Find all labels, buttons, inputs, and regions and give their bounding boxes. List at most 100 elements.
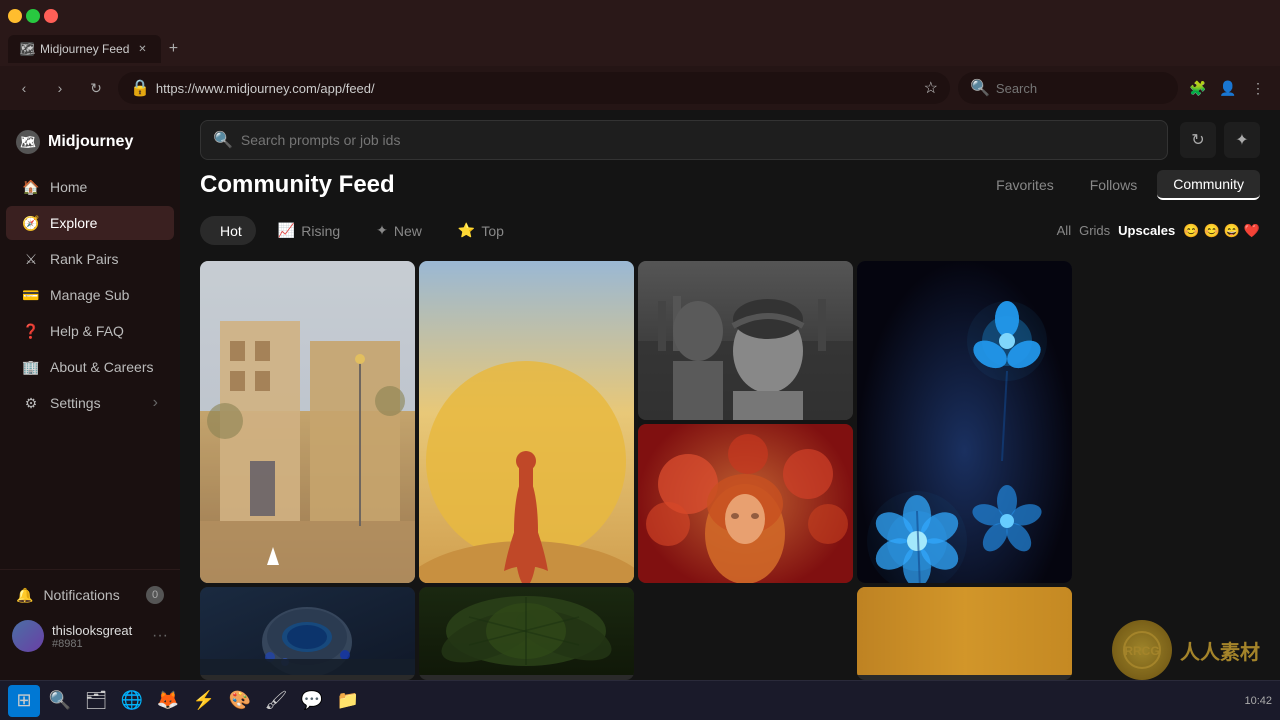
emoji-row: 😊 😊 😄 ❤️ <box>1183 223 1260 239</box>
settings-label: Settings <box>50 395 101 411</box>
user-id: #8981 <box>52 638 144 650</box>
sidebar-item-rank-pairs[interactable]: ⚔ Rank Pairs <box>6 242 174 276</box>
minimize-button[interactable] <box>8 9 22 23</box>
user-avatar <box>12 620 44 652</box>
image-item-gold[interactable] <box>857 587 1072 680</box>
notifications-item[interactable]: 🔔 Notifications 0 <box>0 578 180 612</box>
nav-bar: ‹ › ↻ 🔒 https://www.midjourney.com/app/f… <box>0 66 1280 110</box>
image-item-robot[interactable] <box>200 587 415 680</box>
profile-icon[interactable]: 👤 <box>1216 76 1240 100</box>
rising-icon: 📈 <box>278 222 295 239</box>
user-name: thislooksgreat <box>52 623 144 638</box>
emoji-4[interactable]: ❤️ <box>1244 223 1260 239</box>
filter-hot[interactable]: Hot <box>200 216 256 245</box>
all-label[interactable]: All <box>1057 223 1071 238</box>
close-button[interactable] <box>44 9 58 23</box>
start-button[interactable]: ⊞ <box>8 685 40 717</box>
tab-favorites[interactable]: Favorites <box>980 170 1070 200</box>
image-item-redhead[interactable] <box>638 424 853 583</box>
filter-rising[interactable]: 📈 Rising <box>264 216 354 245</box>
rank-pairs-icon: ⚔ <box>22 250 40 268</box>
logo-icon: 🗺 <box>16 130 40 154</box>
taskbar-browser[interactable]: 🌐 <box>116 685 148 717</box>
filter-top[interactable]: ⭐ Top <box>444 216 518 245</box>
taskbar-photoshop[interactable]: 🎨 <box>224 685 256 717</box>
feed-header: Community Feed Favorites Follows Communi… <box>180 170 1280 216</box>
tab-community[interactable]: Community <box>1157 170 1260 200</box>
refresh-feed-button[interactable]: ↻ <box>1180 122 1216 158</box>
watermark-logo: RRCG <box>1112 620 1172 680</box>
user-profile[interactable]: thislooksgreat #8981 ··· <box>0 612 180 660</box>
address-bar[interactable]: 🔒 https://www.midjourney.com/app/feed/ ☆ <box>118 72 950 104</box>
sidebar-item-manage-sub[interactable]: 💳 Manage Sub <box>6 278 174 312</box>
star-icon[interactable]: ☆ <box>924 78 938 98</box>
image-item-portrait-bw[interactable] <box>638 261 853 420</box>
url-text: https://www.midjourney.com/app/feed/ <box>156 81 918 96</box>
top-bar: 🔍 ↻ ✦ <box>180 110 1280 170</box>
refresh-button[interactable]: ↻ <box>82 74 110 102</box>
menu-icon[interactable]: ⋮ <box>1246 76 1270 100</box>
taskbar-paint[interactable]: 🖌 <box>260 685 292 717</box>
tab-bar: 🗺 Midjourney Feed ✕ + <box>0 32 1280 66</box>
grids-label[interactable]: Grids <box>1079 223 1110 238</box>
forward-button[interactable]: › <box>46 74 74 102</box>
sidebar-logo: 🗺 Midjourney <box>0 122 180 170</box>
maximize-button[interactable] <box>26 9 40 23</box>
image-item-flowers[interactable] <box>857 261 1072 583</box>
taskbar-files[interactable]: 🗂 <box>80 685 112 717</box>
emoji-2[interactable]: 😊 <box>1203 223 1219 239</box>
search-icon: 🔍 <box>213 130 233 150</box>
extensions-icon[interactable]: 🧩 <box>1186 76 1210 100</box>
sidebar-nav: 🏠 Home 🧭 Explore ⚔ Rank Pairs 💳 Manage S… <box>0 170 180 569</box>
filter-bar: Hot 📈 Rising ✦ New ⭐ Top All Grids Ups <box>180 216 1280 261</box>
watermark: RRCG 人人素材 <box>1112 620 1260 680</box>
rank-pairs-label: Rank Pairs <box>50 251 118 267</box>
browser-tab[interactable]: 🗺 Midjourney Feed ✕ <box>8 35 161 63</box>
image-grid <box>180 261 1280 680</box>
sidebar-item-about[interactable]: 🏢 About & Careers <box>6 350 174 384</box>
browser-search[interactable]: 🔍 <box>958 72 1178 104</box>
tab-follows[interactable]: Follows <box>1074 170 1153 200</box>
sidebar-item-home[interactable]: 🏠 Home <box>6 170 174 204</box>
emoji-1[interactable]: 😊 <box>1183 223 1199 239</box>
image-item-plant[interactable] <box>419 587 634 680</box>
taskbar-firefox[interactable]: 🦊 <box>152 685 184 717</box>
taskbar-folder[interactable]: 📁 <box>332 685 364 717</box>
explore-label: Explore <box>50 215 97 231</box>
new-tab-button[interactable]: + <box>161 37 185 61</box>
main-content: 🔍 ↻ ✦ Community Feed Favorites Follows C… <box>180 110 1280 680</box>
back-button[interactable]: ‹ <box>10 74 38 102</box>
about-icon: 🏢 <box>22 358 40 376</box>
upscales-label[interactable]: Upscales <box>1118 223 1175 238</box>
taskbar-chat[interactable]: 💬 <box>296 685 328 717</box>
search-taskbar[interactable]: 🔍 <box>44 685 76 717</box>
app-layout: 🗺 Midjourney 🏠 Home 🧭 Explore ⚔ Rank Pai… <box>0 110 1280 680</box>
filter-new[interactable]: ✦ New <box>362 216 436 245</box>
taskbar-vscode[interactable]: ⚡ <box>188 685 220 717</box>
search-input[interactable] <box>241 132 1155 148</box>
taskbar-right: 10:42 <box>1244 695 1272 707</box>
taskbar-time: 10:42 <box>1244 695 1272 707</box>
browser-search-input[interactable] <box>996 81 1166 96</box>
home-icon: 🏠 <box>22 178 40 196</box>
manage-sub-label: Manage Sub <box>50 287 129 303</box>
image-item-street[interactable] <box>200 261 415 583</box>
search-box[interactable]: 🔍 <box>200 120 1168 160</box>
help-label: Help & FAQ <box>50 323 124 339</box>
tab-close-button[interactable]: ✕ <box>135 42 149 56</box>
sidebar-item-help[interactable]: ❓ Help & FAQ <box>6 314 174 348</box>
taskbar: ⊞ 🔍 🗂 🌐 🦊 ⚡ 🎨 🖌 💬 📁 10:42 <box>0 680 1280 720</box>
sidebar-item-settings[interactable]: ⚙ Settings <box>6 386 174 420</box>
title-bar <box>0 0 1280 32</box>
sidebar-bottom: 🔔 Notifications 0 thislooksgreat #8981 ·… <box>0 569 180 668</box>
user-info: thislooksgreat #8981 <box>52 623 144 650</box>
image-item-woman-moon[interactable] <box>419 261 634 583</box>
emoji-3[interactable]: 😄 <box>1224 223 1240 239</box>
nav-icons: 🧩 👤 ⋮ <box>1186 76 1270 100</box>
filter-button[interactable]: ✦ <box>1224 122 1260 158</box>
sidebar-item-explore[interactable]: 🧭 Explore <box>6 206 174 240</box>
new-icon: ✦ <box>376 222 388 239</box>
feed-tabs: Favorites Follows Community <box>980 170 1260 200</box>
user-more-button[interactable]: ··· <box>152 627 168 645</box>
search-actions: ↻ ✦ <box>1180 122 1260 158</box>
